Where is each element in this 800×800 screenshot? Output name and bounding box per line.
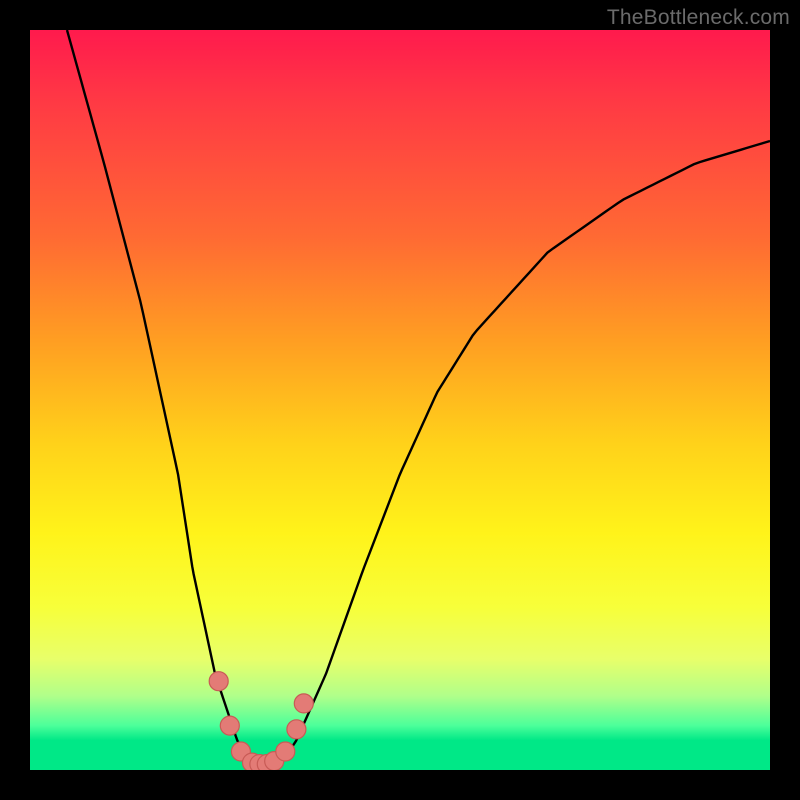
marker-point <box>294 694 313 713</box>
chart-frame: TheBottleneck.com <box>0 0 800 800</box>
marker-point <box>220 716 239 735</box>
marker-point <box>209 672 228 691</box>
marker-point <box>287 720 306 739</box>
bottleneck-curve <box>67 30 770 770</box>
plot-area <box>30 30 770 770</box>
watermark-text: TheBottleneck.com <box>607 6 790 30</box>
chart-svg <box>30 30 770 770</box>
marker-point <box>276 742 295 761</box>
marker-group <box>209 672 313 770</box>
